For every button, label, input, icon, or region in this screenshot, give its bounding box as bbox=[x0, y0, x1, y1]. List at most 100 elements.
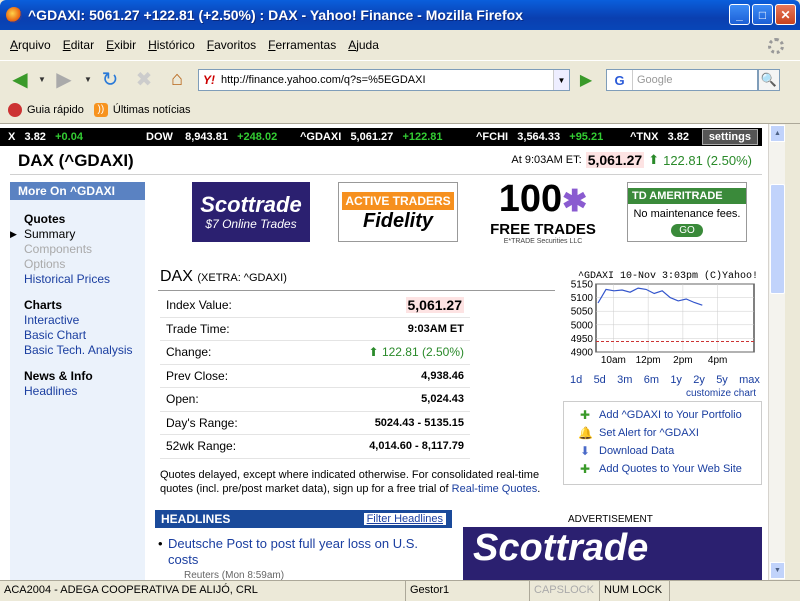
ticker-item[interactable]: ^FCHI 3,564.33 +95.21 bbox=[476, 131, 603, 143]
chart-y-tick-label: 5150 bbox=[571, 280, 594, 291]
go-arrow-icon[interactable]: ▶ bbox=[575, 69, 597, 91]
fidelity-ad[interactable]: ACTIVE TRADERS Fidelity bbox=[338, 182, 458, 242]
ticker-item[interactable]: ^TNX 3.82 bbox=[630, 131, 689, 143]
rss-icon: )) bbox=[93, 102, 108, 117]
minimize-button[interactable]: _ bbox=[729, 4, 750, 25]
sidebar-group-news: News & Info Headlines bbox=[24, 369, 145, 398]
home-icon[interactable]: ⌂ bbox=[165, 67, 189, 91]
forward-arrow-icon[interactable]: ▶ bbox=[52, 67, 76, 91]
menu-favoritos[interactable]: Favoritos bbox=[207, 38, 256, 52]
firefox-icon bbox=[6, 7, 22, 23]
bookmark-label: Guia rápido bbox=[27, 103, 84, 116]
intraday-chart[interactable]: ^GDAXI 10-Nov 3:03pm (C)Yahoo!5150 5100 50… bbox=[562, 268, 762, 390]
chart-y-tick-label: 5100 bbox=[571, 293, 594, 304]
stop-icon[interactable]: ✖ bbox=[132, 67, 156, 91]
bookmark-star-icon bbox=[8, 102, 22, 117]
customize-chart-link[interactable]: customize chart bbox=[686, 388, 756, 399]
ticker-settings-button[interactable]: settings bbox=[701, 129, 758, 145]
search-bar[interactable]: G Google bbox=[606, 69, 758, 91]
window-edge bbox=[785, 124, 800, 580]
url-dropdown-icon[interactable]: ▼ bbox=[553, 70, 569, 90]
headline-source: Reuters (Mon 8:59am) bbox=[184, 570, 285, 580]
back-arrow-icon[interactable]: ◀ bbox=[8, 67, 32, 91]
sidebar-item-historical-prices[interactable]: Historical Prices bbox=[24, 272, 145, 286]
forward-history-dropdown-icon[interactable]: ▼ bbox=[84, 75, 92, 84]
chart-x-tick-label: 2pm bbox=[673, 355, 692, 366]
period-5y[interactable]: 5y bbox=[716, 374, 728, 386]
etrade-ad[interactable]: 100✱ FREE TRADES E*TRADE Securities LLC bbox=[482, 180, 604, 245]
quote-table-rule bbox=[158, 290, 555, 291]
filter-headlines-link[interactable]: Filter Headlines bbox=[363, 513, 446, 525]
reload-icon[interactable]: ↻ bbox=[98, 67, 122, 91]
close-button[interactable]: ✕ bbox=[775, 4, 796, 25]
sidebar-item-headlines[interactable]: Headlines bbox=[24, 384, 145, 398]
scottrade-ad[interactable]: Scottrade $7 Online Trades bbox=[192, 182, 310, 242]
status-numlock: NUM LOCK bbox=[600, 581, 670, 601]
add-to-portfolio-link[interactable]: ✚ Add ^GDAXI to Your Portfolio bbox=[578, 406, 761, 424]
menu-ajuda[interactable]: Ajuda bbox=[348, 38, 379, 52]
period-max[interactable]: max bbox=[739, 374, 760, 386]
search-engine-icon[interactable]: G bbox=[607, 70, 633, 90]
sidebar-group-quotes: Quotes Summary Components Options Histor… bbox=[10, 212, 145, 286]
vertical-scrollbar[interactable]: ▲ ▼ bbox=[768, 124, 785, 580]
window-titlebar: ^GDAXI: 5061.27 +122.81 (+2.50%) : DAX -… bbox=[0, 0, 800, 30]
headlines-header: HEADLINES Filter Headlines bbox=[155, 510, 452, 528]
sidebar-item-basic-chart[interactable]: Basic Chart bbox=[24, 328, 145, 342]
plus-icon: ✚ bbox=[579, 408, 591, 422]
scroll-up-icon[interactable]: ▲ bbox=[770, 125, 785, 142]
status-capslock: CAPSLOCK bbox=[530, 581, 600, 601]
menu-bar: Arquivo Editar Exibir Histórico Favorito… bbox=[0, 30, 800, 60]
period-1d[interactable]: 1d bbox=[570, 374, 582, 386]
sidebar-group-title: Quotes bbox=[24, 212, 66, 226]
table-row: Index Value: 5,061.27 bbox=[160, 294, 470, 318]
sidebar-item-basic-tech-analysis[interactable]: Basic Tech. Analysis bbox=[24, 343, 145, 357]
period-6m[interactable]: 6m bbox=[644, 374, 659, 386]
add-quotes-website-link[interactable]: ✚ Add Quotes to Your Web Site bbox=[578, 460, 761, 478]
ticker-item[interactable]: X 3.82 +0.04 bbox=[8, 131, 83, 143]
period-5d[interactable]: 5d bbox=[594, 374, 606, 386]
table-row: Change: ⬆ 122.81 (2.50%) bbox=[160, 341, 470, 365]
ticker-item[interactable]: ^GDAXI 5,061.27 +122.81 bbox=[300, 131, 443, 143]
sidebar-item-options: Options bbox=[24, 257, 66, 271]
sidebar-item-summary[interactable]: Summary bbox=[10, 227, 145, 241]
ticker-item[interactable]: DOW 8,943.81 +248.02 bbox=[146, 131, 277, 143]
chart-plot-area bbox=[595, 283, 755, 353]
table-row: 52wk Range: 4,014.60 - 8,117.79 bbox=[160, 435, 470, 459]
ad-number: 100 bbox=[498, 177, 563, 220]
chart-period-links: 1d 5d 3m 6m 1y 2y 5y max bbox=[570, 374, 760, 386]
url-bar[interactable]: Y! http://finance.yahoo.com/q?s=%5EGDAXI… bbox=[198, 69, 570, 91]
menu-historico[interactable]: Histórico bbox=[148, 38, 195, 52]
scroll-down-icon[interactable]: ▼ bbox=[770, 562, 785, 579]
menu-ferramentas[interactable]: Ferramentas bbox=[268, 38, 336, 52]
sidebar-item-interactive[interactable]: Interactive bbox=[24, 313, 145, 327]
ad-go-button[interactable]: GO bbox=[671, 223, 703, 237]
scroll-thumb[interactable] bbox=[770, 184, 785, 294]
scottrade-bottom-ad[interactable]: Scottrade bbox=[463, 527, 762, 580]
ad-brand: Scottrade bbox=[200, 192, 302, 217]
realtime-quotes-link[interactable]: Real-time Quotes bbox=[452, 483, 538, 495]
download-data-link[interactable]: ⬇ Download Data bbox=[578, 442, 761, 460]
search-input[interactable]: Google bbox=[637, 74, 672, 86]
period-2y[interactable]: 2y bbox=[693, 374, 705, 386]
url-text[interactable]: http://finance.yahoo.com/q?s=%5EGDAXI bbox=[221, 74, 426, 86]
sidebar-item-components: Components bbox=[24, 242, 93, 256]
status-bar: ACA2004 - ADEGA COOPERATIVA DE ALIJÓ, CR… bbox=[0, 580, 800, 601]
bookmark-ultimas-noticias[interactable]: )) Últimas notícias bbox=[93, 102, 191, 117]
ameritrade-ad[interactable]: TD AMERITRADE No maintenance fees. GO bbox=[627, 182, 747, 242]
bookmark-guia-rapido[interactable]: Guia rápido bbox=[8, 102, 84, 117]
headline-link[interactable]: Deutsche Post to post full year loss on … bbox=[158, 536, 448, 568]
menu-arquivo[interactable]: Arquivo bbox=[10, 38, 51, 52]
page-content: X 3.82 +0.04 DOW 8,943.81 +248.02 ^GDAXI… bbox=[0, 124, 768, 580]
maximize-button[interactable]: □ bbox=[752, 4, 773, 25]
page-title: DAX (^GDAXI) bbox=[18, 151, 134, 170]
back-history-dropdown-icon[interactable]: ▼ bbox=[38, 75, 46, 84]
sidebar-group-title: Charts bbox=[24, 298, 63, 312]
ad-small-print: E*TRADE Securities LLC bbox=[503, 237, 583, 245]
period-3m[interactable]: 3m bbox=[617, 374, 632, 386]
period-1y[interactable]: 1y bbox=[670, 374, 682, 386]
menu-editar[interactable]: Editar bbox=[63, 38, 94, 52]
search-icon[interactable]: 🔍 bbox=[758, 69, 780, 91]
menu-exibir[interactable]: Exibir bbox=[106, 38, 136, 52]
set-alert-link[interactable]: 🔔 Set Alert for ^GDAXI bbox=[578, 424, 761, 442]
chart-y-tick-label: 4950 bbox=[571, 334, 594, 345]
